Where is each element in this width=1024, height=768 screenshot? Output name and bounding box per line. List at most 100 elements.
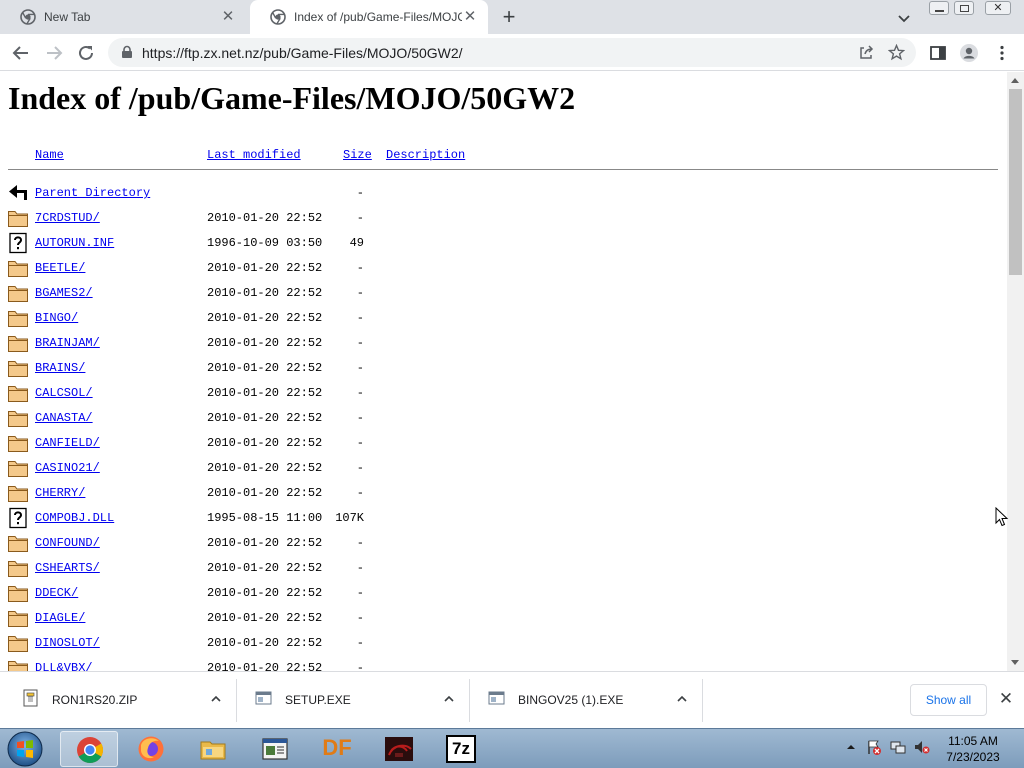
file-link[interactable]: 7CRDSTUD/: [35, 211, 100, 225]
volume-muted-icon[interactable]: [914, 739, 930, 755]
size-cell: -: [356, 261, 364, 275]
file-link[interactable]: DLL&VBX/: [35, 661, 93, 671]
exe-file-icon: [255, 691, 272, 705]
file-link[interactable]: BRAINS/: [35, 361, 85, 375]
folder-icon: [7, 332, 29, 354]
table-row: COMPOBJ.DLL 1995-08-15 11:00 107K: [0, 507, 1000, 532]
column-header-size[interactable]: Size: [343, 148, 372, 162]
size-cell: -: [356, 311, 364, 325]
folder-icon: [7, 207, 29, 229]
show-hidden-icons-icon[interactable]: [845, 739, 857, 755]
share-icon[interactable]: [858, 44, 875, 61]
column-header-name[interactable]: Name: [35, 148, 64, 162]
system-clock[interactable]: 11:05 AM 7/23/2023: [936, 733, 1010, 765]
back-arrow-icon: [7, 182, 29, 204]
download-item[interactable]: RON1RS20.ZIP: [4, 679, 237, 722]
file-link[interactable]: Parent Directory: [35, 186, 150, 200]
scroll-down-arrow-icon[interactable]: [1011, 660, 1019, 665]
file-explorer-taskbar-icon[interactable]: [184, 731, 242, 767]
tab-search-chevron-icon[interactable]: [895, 9, 913, 27]
download-bar: RON1RS20.ZIP SETUP.EXE BINGOV25 (1).EXE …: [0, 671, 1024, 728]
folder-icon: [7, 557, 29, 579]
table-row: DDECK/2010-01-20 22:52-: [0, 582, 1000, 607]
profile-avatar-icon[interactable]: [959, 43, 979, 63]
file-link[interactable]: CSHEARTS/: [35, 561, 100, 575]
back-arrow-icon[interactable]: [10, 42, 32, 64]
address-bar[interactable]: https://ftp.zx.net.nz/pub/Game-Files/MOJ…: [108, 38, 916, 67]
bookmark-star-icon[interactable]: [888, 44, 905, 61]
show-all-button[interactable]: Show all: [910, 684, 987, 716]
file-link[interactable]: AUTORUN.INF: [35, 236, 114, 250]
file-link[interactable]: CASINO21/: [35, 461, 100, 475]
menu-kebab-icon[interactable]: [992, 43, 1012, 63]
column-header-description[interactable]: Description: [386, 148, 465, 162]
size-cell: -: [356, 286, 364, 300]
page-scrollbar[interactable]: [1007, 72, 1024, 671]
chevron-up-icon[interactable]: [210, 693, 222, 705]
7zip-logo-icon: 7z: [446, 735, 476, 763]
clock-date: 7/23/2023: [946, 750, 1000, 764]
file-link[interactable]: COMPOBJ.DLL: [35, 511, 114, 525]
reload-icon[interactable]: [75, 42, 97, 64]
table-row: AUTORUN.INF 1996-10-09 03:50 49: [0, 232, 1000, 257]
file-link[interactable]: CHERRY/: [35, 486, 85, 500]
folder-icon: [7, 532, 29, 554]
restore-button[interactable]: [954, 1, 974, 15]
file-link[interactable]: CALCSOL/: [35, 386, 93, 400]
size-cell: -: [356, 186, 364, 200]
df-taskbar-icon[interactable]: DF: [308, 731, 366, 767]
scroll-up-arrow-icon[interactable]: [1011, 78, 1019, 83]
download-item[interactable]: BINGOV25 (1).EXE: [470, 679, 703, 722]
file-link[interactable]: CANFIELD/: [35, 436, 100, 450]
table-row: BRAINS/2010-01-20 22:52-: [0, 357, 1000, 382]
tab-index-of[interactable]: Index of /pub/Game-Files/MOJO/50GW2/ ✕: [250, 0, 488, 34]
file-link[interactable]: CONFOUND/: [35, 536, 100, 550]
folder-icon: [7, 632, 29, 654]
minimize-button[interactable]: [929, 1, 949, 15]
tab-new-tab[interactable]: New Tab ✕: [0, 0, 246, 34]
game-taskbar-icon[interactable]: [370, 731, 428, 767]
folder-icon: [7, 357, 29, 379]
new-tab-button[interactable]: +: [498, 6, 520, 29]
window-app-taskbar-icon[interactable]: [246, 731, 304, 767]
file-link[interactable]: BGAMES2/: [35, 286, 93, 300]
file-link[interactable]: DDECK/: [35, 586, 78, 600]
chevron-up-icon[interactable]: [676, 693, 688, 705]
browser-toolbar: https://ftp.zx.net.nz/pub/Game-Files/MOJ…: [0, 34, 1024, 71]
tab-close-icon[interactable]: ✕: [220, 9, 236, 25]
column-header-last-modified[interactable]: Last modified: [207, 148, 301, 162]
table-row: BINGO/2010-01-20 22:52-: [0, 307, 1000, 332]
close-window-button[interactable]: ✕: [985, 1, 1011, 15]
folder-icon: [7, 382, 29, 404]
network-icon[interactable]: [890, 739, 906, 755]
download-item[interactable]: SETUP.EXE: [237, 679, 470, 722]
unknown-file-icon: [7, 507, 29, 529]
start-button-icon[interactable]: [6, 730, 44, 768]
folder-icon: [7, 257, 29, 279]
forward-arrow-icon[interactable]: [43, 42, 65, 64]
7zip-taskbar-icon[interactable]: 7z: [432, 731, 490, 767]
scrollbar-thumb[interactable]: [1009, 89, 1022, 275]
size-cell: -: [356, 586, 364, 600]
chrome-taskbar-icon[interactable]: [60, 731, 118, 767]
firefox-taskbar-icon[interactable]: [122, 731, 180, 767]
close-download-bar-icon[interactable]: ✕: [998, 690, 1014, 707]
zip-file-icon: [23, 689, 38, 707]
chevron-up-icon[interactable]: [443, 693, 455, 705]
size-cell: -: [356, 561, 364, 575]
action-center-flag-icon[interactable]: [866, 739, 882, 755]
file-link[interactable]: BEETLE/: [35, 261, 85, 275]
download-filename: BINGOV25 (1).EXE: [518, 693, 624, 707]
size-cell: 49: [349, 236, 364, 250]
file-link[interactable]: BINGO/: [35, 311, 78, 325]
file-link[interactable]: BRAINJAM/: [35, 336, 100, 350]
size-cell: -: [356, 636, 364, 650]
download-filename: RON1RS20.ZIP: [52, 693, 138, 707]
file-link[interactable]: DINOSLOT/: [35, 636, 100, 650]
url-text[interactable]: https://ftp.zx.net.nz/pub/Game-Files/MOJ…: [142, 45, 463, 61]
side-panel-icon[interactable]: [928, 43, 948, 63]
lock-icon[interactable]: [120, 45, 134, 59]
tab-close-icon[interactable]: ✕: [462, 9, 478, 25]
file-link[interactable]: CANASTA/: [35, 411, 93, 425]
file-link[interactable]: DIAGLE/: [35, 611, 85, 625]
